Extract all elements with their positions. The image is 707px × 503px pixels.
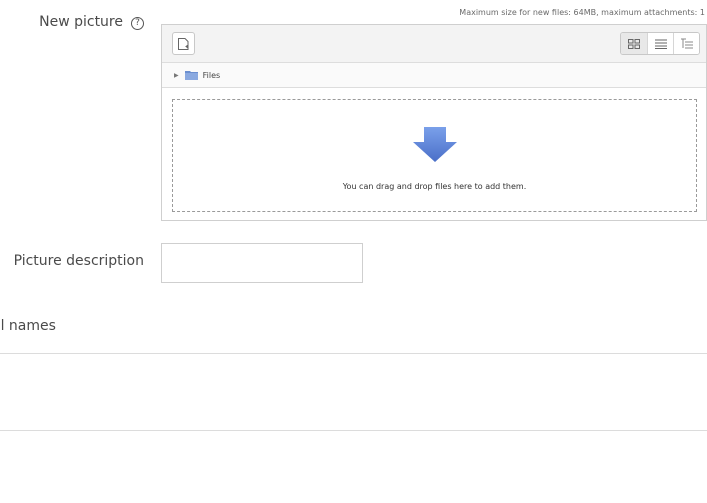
breadcrumb: ▶ Files bbox=[162, 63, 706, 88]
section-heading[interactable]: al names bbox=[0, 318, 120, 334]
breadcrumb-files[interactable]: Files bbox=[203, 71, 221, 80]
list-view-icon bbox=[654, 39, 667, 49]
add-file-button[interactable] bbox=[172, 32, 195, 55]
view-list-button[interactable] bbox=[647, 33, 673, 54]
max-size-note: Maximum size for new files: 64MB, maximu… bbox=[459, 8, 705, 17]
divider bbox=[0, 430, 707, 431]
drop-zone[interactable]: You can drag and drop files here to add … bbox=[172, 99, 697, 212]
expand-arrow-icon[interactable]: ▶ bbox=[174, 72, 179, 79]
grid-view-icon bbox=[628, 38, 640, 49]
add-file-icon bbox=[178, 37, 189, 50]
view-mode-group bbox=[620, 32, 700, 55]
view-tree-button[interactable] bbox=[673, 33, 699, 54]
new-picture-label: New picture? bbox=[39, 14, 144, 30]
drop-instructions: You can drag and drop files here to add … bbox=[342, 182, 527, 191]
picture-description-input[interactable] bbox=[161, 243, 363, 283]
folder-icon bbox=[184, 71, 198, 80]
help-icon[interactable]: ? bbox=[131, 17, 144, 30]
file-manager: ▶ Files You can drag and drop files here… bbox=[161, 24, 707, 221]
picture-description-label: Picture description bbox=[13, 253, 144, 269]
tree-view-icon bbox=[680, 38, 693, 49]
arrow-down-icon bbox=[413, 127, 457, 162]
view-icons-button[interactable] bbox=[621, 33, 647, 54]
divider bbox=[0, 353, 707, 354]
file-manager-toolbar bbox=[162, 25, 706, 63]
